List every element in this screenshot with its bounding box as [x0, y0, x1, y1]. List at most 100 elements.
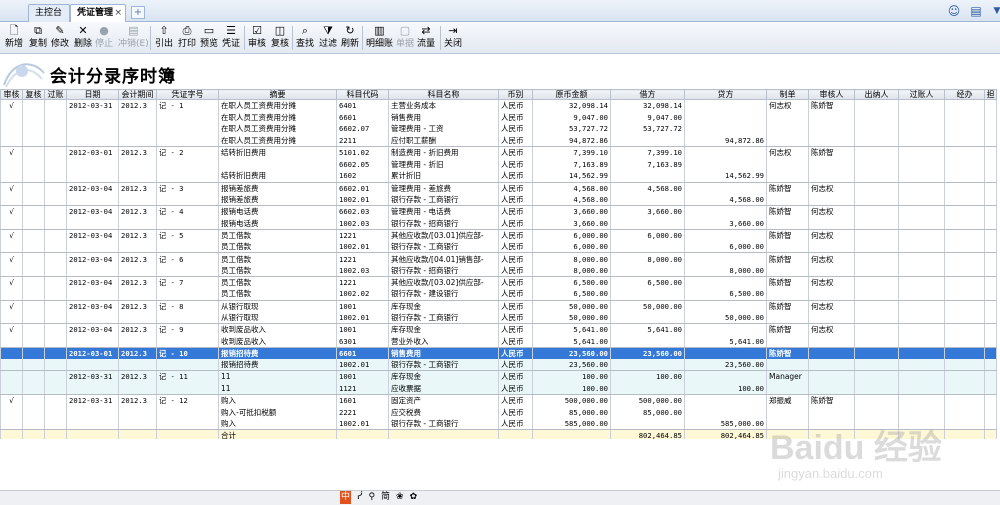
preview-button[interactable]: ▭ 预览 — [200, 23, 218, 53]
column-header[interactable]: 制单 — [766, 89, 809, 100]
ime-icon[interactable]: 简 — [381, 491, 390, 504]
table-row[interactable]: 报销差旅费 1002.01 银行存款 - 工商银行 人民币 4,568.00 4,568.… — [0, 193, 997, 207]
column-header[interactable]: 过账 — [44, 89, 67, 100]
column-header[interactable]: 币别 — [498, 89, 533, 100]
edit-button[interactable]: ✎ 修改 — [51, 23, 69, 53]
table-row[interactable]: 6602.05 管理费用 - 折旧 人民币 7,163.89 7,163.89 — [0, 158, 997, 171]
cell-summary: 员工借款 — [218, 241, 337, 254]
table-row[interactable]: √ 2012-03-31 2012.3 记 - 1 在职人员工资费用分摊 6401 主营业务… — [0, 99, 997, 112]
column-header[interactable]: 会计期间 — [118, 89, 157, 100]
column-header[interactable]: 日期 — [66, 89, 119, 100]
column-header[interactable]: 出纳人 — [854, 89, 899, 100]
ime-icon[interactable]: 中 — [340, 491, 351, 504]
new-tab-button[interactable]: + — [131, 6, 145, 19]
column-header[interactable]: 过账人 — [898, 89, 945, 100]
table-row[interactable]: √ 2012-03-01 2012.3 记 - 2 结转折旧费用 5101.02 制造费用 … — [0, 146, 997, 159]
table-row[interactable]: 员工借款 1002.02 银行存款 - 建设银行 人民币 6,500.00 6,500.0… — [0, 288, 997, 301]
new-button[interactable]: 🗋 新增 — [5, 23, 23, 53]
refresh-button[interactable]: ↻ 刷新 — [341, 23, 359, 53]
voucher-button[interactable]: ☰ 凭证 — [222, 23, 240, 53]
column-header[interactable]: 复核 — [22, 89, 45, 100]
tab-voucher-management[interactable]: 凭证管理 × — [70, 4, 126, 22]
column-header[interactable]: 审核人 — [808, 89, 855, 100]
ime-icon[interactable]: ✿ — [410, 491, 418, 504]
cell-debit: 53,727.72 — [610, 123, 685, 135]
table-row[interactable]: 报销招待费 1002.01 银行存款 - 工商银行 人民币 23,560.00 23,56… — [0, 359, 997, 372]
smiley-icon[interactable]: ☺ — [946, 3, 962, 19]
column-header[interactable]: 科目名称 — [388, 89, 499, 100]
cell-summary: 员工借款 — [218, 288, 337, 301]
column-header[interactable]: 贷方 — [684, 89, 767, 100]
cell-empty — [984, 335, 997, 348]
table-row[interactable]: 在职人员工资费用分摊 6602.07 管理费用 - 工资 人民币 53,727.72 53… — [0, 123, 997, 135]
table-row[interactable]: √ 2012-03-04 2012.3 记 - 4 报销电话费 6602.03 管理费用 -… — [0, 205, 997, 218]
cell-date — [66, 264, 119, 277]
cell-empty — [944, 182, 985, 194]
cell-auditor — [808, 311, 855, 325]
review-button[interactable]: ◫ 复核 — [271, 23, 289, 53]
column-header[interactable]: 借方 — [610, 89, 685, 100]
cell-auditor — [808, 359, 855, 372]
table-row[interactable]: 2012-03-01 2012.3 记 - 10 报销招待费 6601 销售费用 人民币 23… — [0, 347, 997, 360]
table-row[interactable]: 购入-可抵扣税额 2221 应交税费 人民币 85,000.00 85,000.00 — [0, 406, 997, 419]
table-row[interactable]: √ 2012-03-04 2012.3 记 - 8 从银行取现 1001 库存现金 人民币 50… — [0, 300, 997, 312]
detail-button[interactable]: ▥ 明细账 — [366, 23, 393, 53]
tab-main-console[interactable]: 主控台 — [28, 4, 70, 22]
table-row[interactable]: √ 2012-03-31 2012.3 记 - 12 购入 1601 固定资产 人民币 500,… — [0, 394, 997, 407]
table-row[interactable]: 从银行取现 1002.01 银行存款 - 工商银行 人民币 50,000.00 50,00… — [0, 311, 997, 325]
cell-auditor — [808, 158, 855, 171]
cell-period: 2012.3 — [118, 182, 157, 194]
close-icon[interactable]: × — [114, 5, 122, 22]
flow-label: 流量 — [417, 39, 436, 49]
column-header[interactable]: 摘要 — [218, 89, 337, 100]
filter-button[interactable]: ⧩ 过滤 — [319, 23, 337, 53]
table-row[interactable]: 在职人员工资费用分摊 2211 应付职工薪酬 人民币 94,872.86 94,872.8… — [0, 134, 997, 148]
table-row[interactable]: 2012-03-31 2012.3 记 - 11 11 1001 库存现金 人民币 100.0… — [0, 370, 997, 383]
audit-button[interactable]: ☑ 审核 — [248, 23, 266, 53]
cell-empty — [898, 323, 945, 336]
close-button[interactable]: ⇥ 关闭 — [444, 23, 462, 53]
message-icon[interactable]: ▤ — [968, 3, 984, 19]
table-row[interactable]: 结转折旧费用 1602 累计折旧 人民币 14,562.99 14,562.99 — [0, 170, 997, 183]
table-row[interactable]: √ 2012-03-04 2012.3 记 - 3 报销差旅费 6602.01 管理费用 -… — [0, 182, 997, 194]
cell-debit — [610, 311, 685, 325]
chevron-down-icon[interactable]: ▼ — [989, 3, 1000, 19]
ime-icon[interactable]: ❀ — [396, 491, 404, 504]
table-row[interactable]: √ 2012-03-04 2012.3 记 - 9 收到废品收入 1001 库存现金 人民币 5… — [0, 323, 997, 336]
export-button[interactable]: ⇧ 引出 — [155, 23, 173, 53]
column-header[interactable]: 凭证字号 — [156, 89, 219, 100]
table-row[interactable]: 收到废品收入 6301 营业外收入 人民币 5,641.00 5,641.00 — [0, 335, 997, 348]
table-row[interactable]: 员工借款 1002.01 银行存款 - 工商银行 人民币 6,000.00 6,000.0… — [0, 241, 997, 254]
cell-credit — [684, 370, 767, 383]
column-header[interactable]: 科目代码 — [336, 89, 389, 100]
table-row[interactable]: √ 2012-03-04 2012.3 记 - 5 员工借款 1221 其他应收款/[03.… — [0, 229, 997, 242]
column-header[interactable]: 经办 — [944, 89, 985, 100]
table-row[interactable]: √ 2012-03-04 2012.3 记 - 7 员工借款 1221 其他应收款/[03.… — [0, 276, 997, 289]
ime-icon[interactable]: ⚲ — [368, 491, 375, 504]
find-button[interactable]: ⌕ 查找 — [296, 23, 314, 53]
table-row[interactable]: 11 1121 应收票据 人民币 100.00 100.00 — [0, 382, 997, 395]
cell-currency: 人民币 — [498, 370, 533, 383]
cell-audit — [0, 418, 23, 431]
horizontal-scrollbar[interactable]: 中 ᓰ ⚲ 简 ❀ ✿ — [0, 490, 1000, 505]
cell-date — [66, 382, 119, 395]
cell-maker: 陈娇智 — [766, 229, 809, 242]
cell-code: 6601 — [336, 111, 389, 124]
delete-button[interactable]: ✕ 删除 — [74, 23, 92, 53]
table-row[interactable]: 报销电话费 1002.03 银行存款 - 招商银行 人民币 3,660.00 3,660.… — [0, 217, 997, 230]
print-button[interactable]: ⎙ 打印 — [178, 23, 196, 53]
table-row[interactable]: √ 2012-03-04 2012.3 记 - 6 员工借款 1221 其他应收款/[04.… — [0, 252, 997, 265]
flow-button[interactable]: ⇄ 流量 — [417, 23, 435, 53]
cell-date — [66, 158, 119, 171]
cell-date — [66, 111, 119, 124]
column-header[interactable]: 担 — [984, 89, 997, 100]
table-row[interactable]: 员工借款 1002.03 银行存款 - 招商银行 人民币 8,000.00 8,000.0… — [0, 264, 997, 277]
column-header[interactable]: 审核 — [0, 89, 23, 100]
table-row[interactable]: 在职人员工资费用分摊 6601 销售费用 人民币 9,047.00 9,047.00 — [0, 111, 997, 124]
copy-button[interactable]: ⧉ 复制 — [29, 23, 47, 53]
stop-icon: ● — [99, 24, 109, 37]
cell-code: 1002.01 — [336, 241, 389, 254]
column-header[interactable]: 原币金额 — [532, 89, 611, 100]
cell-maker — [766, 241, 809, 254]
ime-icon[interactable]: ᓰ — [357, 491, 362, 504]
